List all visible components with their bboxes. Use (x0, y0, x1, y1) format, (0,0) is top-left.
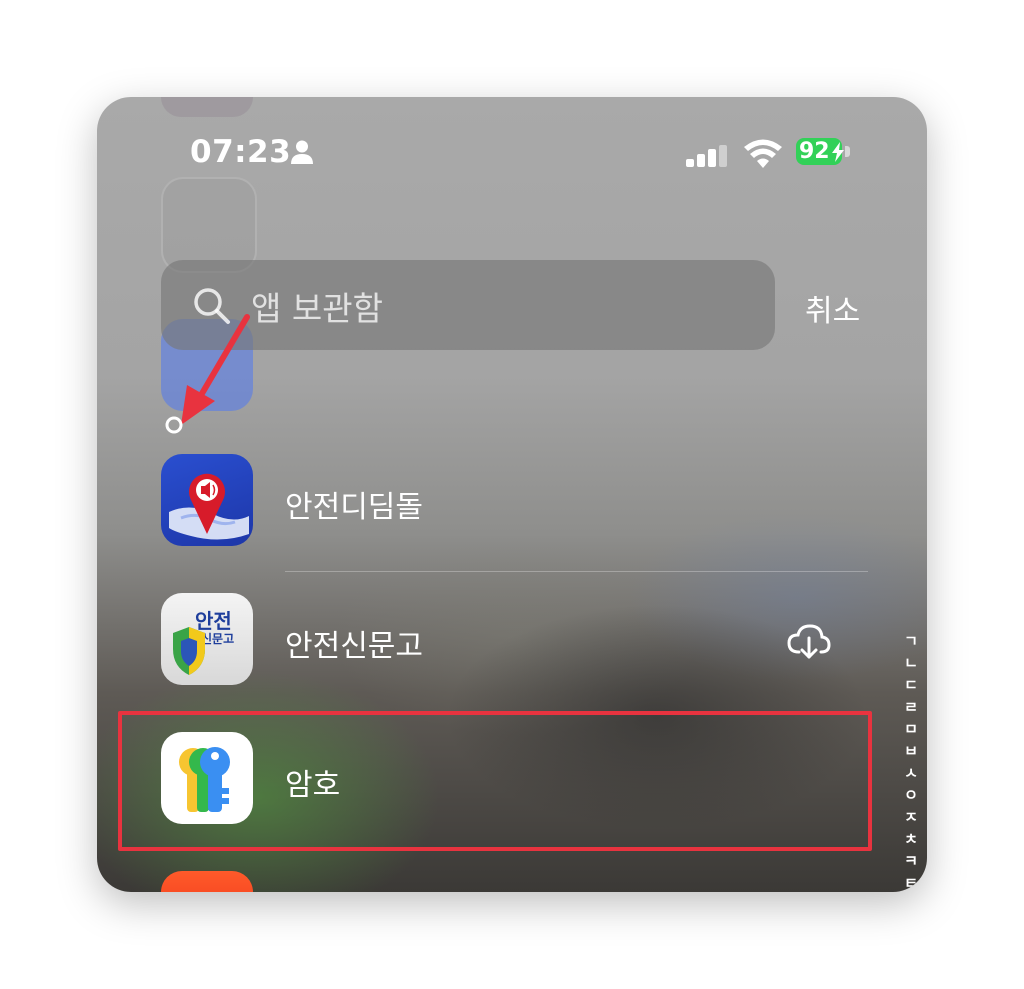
index-letter[interactable]: ㅌ (904, 872, 918, 892)
background-app-icon (161, 97, 253, 117)
index-letter[interactable]: ㅈ (904, 806, 918, 828)
safety-report-app-icon[interactable]: 안전 신문고 (161, 593, 253, 685)
background-app-icon (161, 871, 253, 892)
wifi-icon (744, 139, 782, 168)
index-letter[interactable]: ㅇ (904, 784, 918, 806)
index-letter[interactable]: ㅋ (904, 850, 918, 872)
background-app-icon (161, 177, 257, 273)
phone-screen: 07:23 92 앱 보관함 취소 안전디딤돌 안전 신문고 안전신문고 암호 … (97, 97, 927, 892)
highlight-box (118, 711, 872, 851)
cancel-button[interactable]: 취소 (805, 286, 860, 330)
index-letter[interactable]: ㄴ (904, 652, 918, 674)
person-icon (291, 140, 313, 164)
charging-bolt-icon (832, 142, 844, 162)
index-letter[interactable]: ㄹ (904, 696, 918, 718)
map-pin-icon (169, 473, 249, 540)
cellular-signal-icon (686, 145, 727, 167)
index-letter[interactable]: ㅊ (904, 828, 918, 850)
battery-indicator: 92 (796, 138, 844, 165)
search-placeholder: 앱 보관함 (251, 289, 383, 328)
index-letter[interactable]: ㅂ (904, 740, 918, 762)
app-label[interactable]: 안전디딤돌 (285, 482, 423, 526)
shield-icon (173, 627, 205, 675)
safety-stepping-stone-app-icon[interactable] (161, 454, 253, 546)
index-letter[interactable]: ㅁ (904, 718, 918, 740)
index-letter[interactable]: ㄷ (904, 674, 918, 696)
battery-cap (845, 146, 850, 157)
battery-level: 92 (799, 139, 830, 164)
index-letter[interactable]: ㄱ (904, 630, 918, 652)
status-time: 07:23 (190, 134, 292, 170)
app-label[interactable]: 안전신문고 (285, 621, 423, 665)
cloud-download-icon[interactable] (787, 624, 831, 660)
index-letter[interactable]: ㅅ (904, 762, 918, 784)
annotation-arrow (165, 314, 250, 434)
row-divider (285, 571, 868, 572)
alphabet-index-bar[interactable]: ㄱ ㄴ ㄷ ㄹ ㅁ ㅂ ㅅ ㅇ ㅈ ㅊ ㅋ ㅌ (901, 630, 921, 892)
